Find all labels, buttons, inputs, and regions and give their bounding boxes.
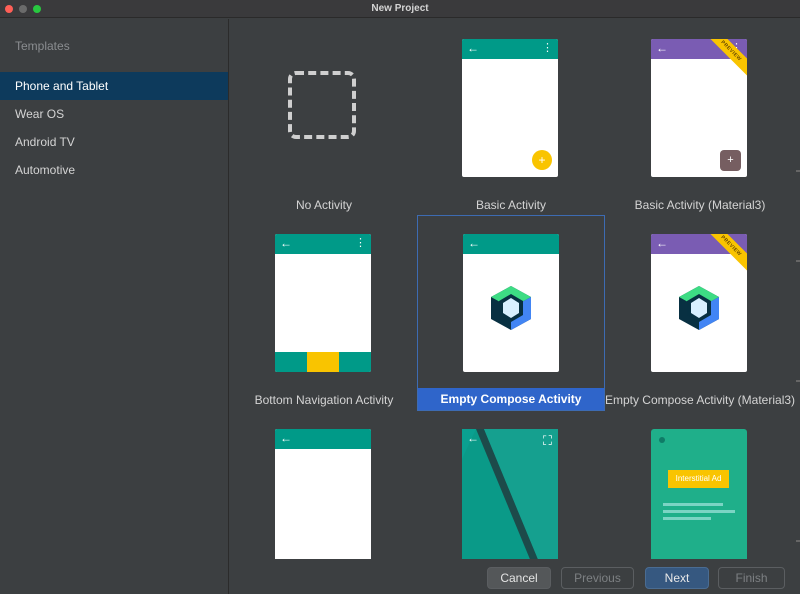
template-row3-item-1[interactable]: ← <box>230 410 418 559</box>
window-edge-marks <box>796 150 800 550</box>
sidebar-item-wear-os[interactable]: Wear OS <box>0 100 228 128</box>
interstitial-ad-badge: Interstitial Ad <box>668 470 729 488</box>
sidebar-item-automotive[interactable]: Automotive <box>0 156 228 184</box>
phone-preview: Interstitial Ad <box>651 429 747 559</box>
template-category-sidebar: Templates Phone and Tablet Wear OS Andro… <box>0 19 229 594</box>
back-arrow-icon: ← <box>656 41 668 55</box>
phone-preview: ← ⋮ PREVIEW + <box>651 39 747 177</box>
dialog-footer: Cancel Previous Next Finish <box>230 559 800 594</box>
overflow-menu-icon: ⋮ <box>542 42 553 54</box>
template-no-activity[interactable]: No Activity <box>230 19 418 215</box>
template-label: Basic Activity <box>475 198 547 212</box>
fab-plus-icon: + <box>532 150 552 170</box>
fullscreen-icon: ⛶ <box>542 433 552 448</box>
placeholder-line <box>663 517 711 520</box>
app-bar: ← <box>463 234 559 254</box>
template-label: No Activity <box>295 198 352 212</box>
jetpack-compose-logo-icon <box>491 286 531 330</box>
phone-preview: ← ⛶ <box>462 429 558 559</box>
jetpack-compose-logo-icon <box>679 286 719 330</box>
template-label: Empty Compose Activity (Material3) <box>604 393 796 407</box>
back-arrow-icon: ← <box>467 431 479 445</box>
phone-preview: ← ⋮ <box>275 234 371 372</box>
phone-preview: ← <box>463 234 559 372</box>
template-empty-compose-activity[interactable]: ← Empty Compose Activity <box>417 215 605 411</box>
template-gallery: No Activity ← ⋮ + Basic Activity ← ⋮ PRE… <box>230 19 800 559</box>
placeholder-line <box>663 503 723 506</box>
camera-dot-icon <box>659 437 665 443</box>
template-label: Basic Activity (Material3) <box>634 198 766 212</box>
app-bar: ← ⋮ <box>275 234 371 254</box>
previous-button[interactable]: Previous <box>561 567 634 589</box>
sidebar-item-android-tv[interactable]: Android TV <box>0 128 228 156</box>
sidebar-heading: Templates <box>15 39 70 53</box>
placeholder-line <box>663 510 735 513</box>
template-basic-activity-material3[interactable]: ← ⋮ PREVIEW + Basic Activity (Material3) <box>606 19 794 215</box>
overflow-menu-icon: ⋮ <box>355 237 366 249</box>
template-fullscreen-activity[interactable]: ← ⛶ <box>417 410 605 559</box>
phone-preview: ← ⋮ + <box>462 39 558 177</box>
phone-preview: ← PREVIEW <box>651 234 747 372</box>
app-bar: ← ⋮ <box>462 39 558 59</box>
title-bar: New Project <box>0 0 800 18</box>
back-arrow-icon: ← <box>468 236 480 250</box>
fab-plus-icon: + <box>720 150 741 171</box>
finish-button[interactable]: Finish <box>718 567 785 589</box>
template-empty-compose-activity-material3[interactable]: ← PREVIEW Empty Compose Activity (Materi… <box>605 215 795 411</box>
back-arrow-icon: ← <box>656 236 668 250</box>
next-button[interactable]: Next <box>645 567 709 589</box>
empty-template-icon <box>288 71 356 139</box>
template-label: Empty Compose Activity <box>418 388 604 410</box>
template-basic-activity[interactable]: ← ⋮ + Basic Activity <box>417 19 605 215</box>
phone-preview: ← <box>275 429 371 559</box>
back-arrow-icon: ← <box>467 41 479 55</box>
cancel-button[interactable]: Cancel <box>487 567 551 589</box>
template-interstitial-ad[interactable]: Interstitial Ad <box>606 410 794 559</box>
back-arrow-icon: ← <box>280 236 292 250</box>
app-bar: ← <box>275 429 371 449</box>
back-arrow-icon: ← <box>280 431 292 445</box>
sidebar-item-phone-and-tablet[interactable]: Phone and Tablet <box>0 72 228 100</box>
window-title: New Project <box>371 3 429 14</box>
template-label: Bottom Navigation Activity <box>254 393 394 407</box>
bottom-navigation-selected-item <box>307 352 339 372</box>
template-bottom-navigation-activity[interactable]: ← ⋮ Bottom Navigation Activity <box>230 215 418 411</box>
